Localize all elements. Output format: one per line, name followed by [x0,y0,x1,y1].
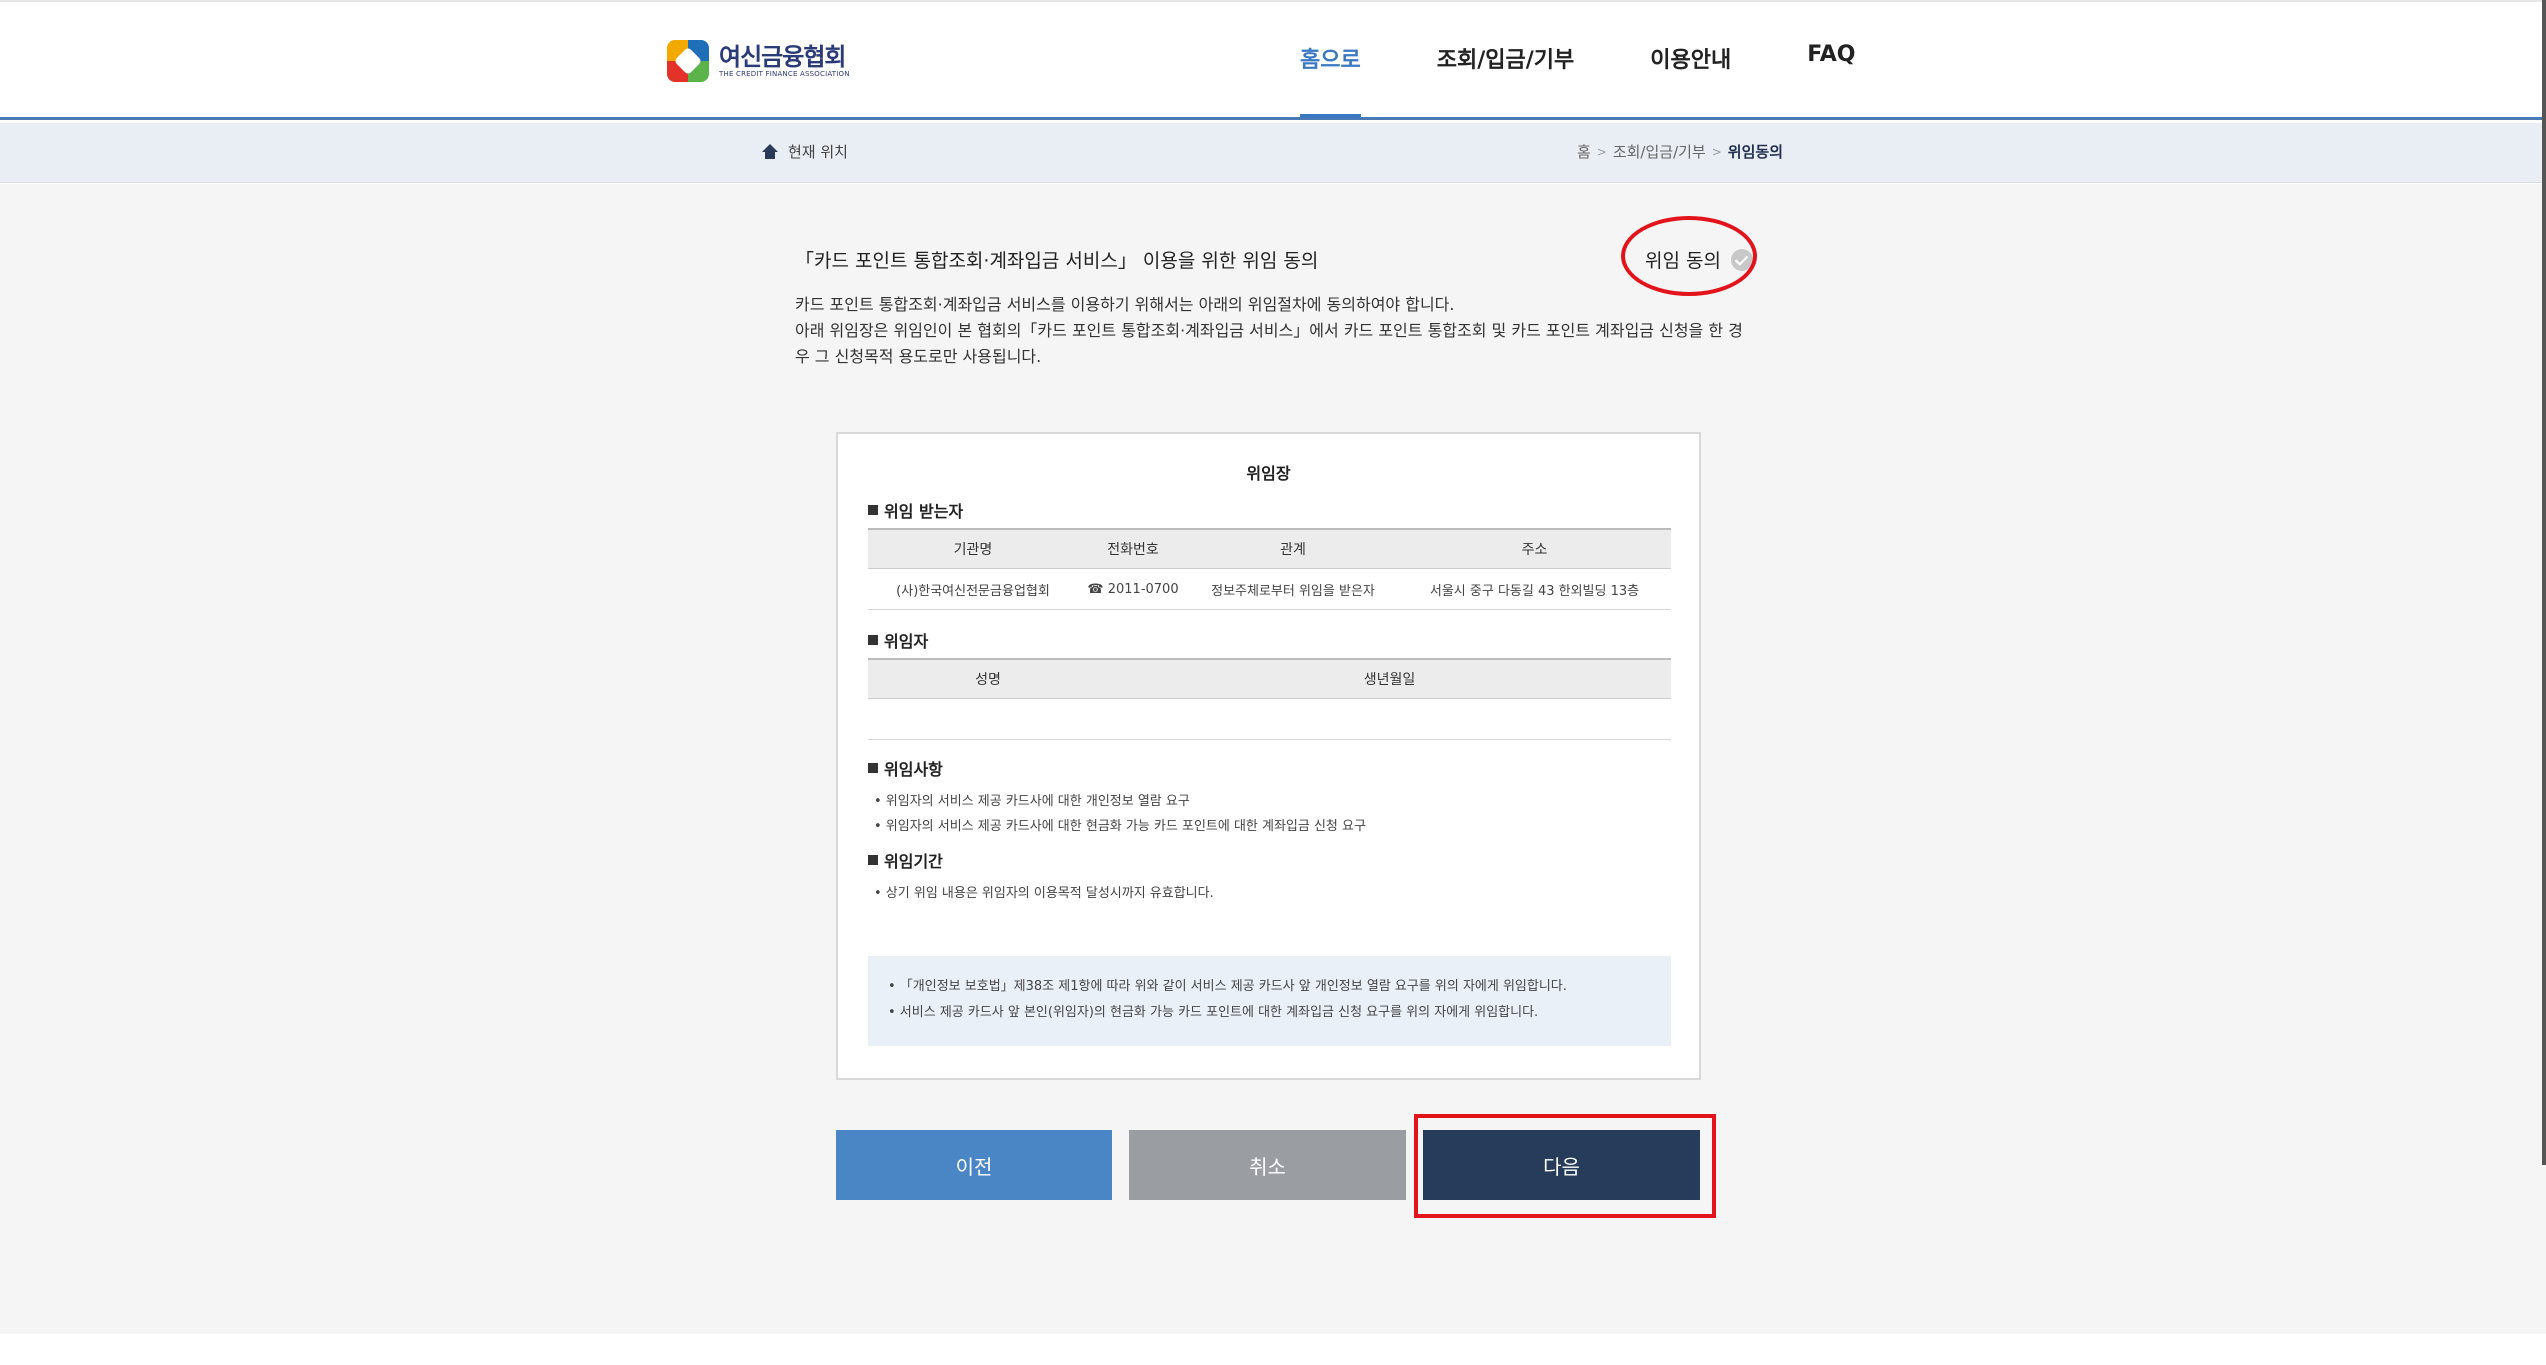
square-bullet-icon [868,505,878,515]
current-location-label: 현재 위치 [788,143,848,161]
main-nav: 홈으로 조회/입금/기부 이용안내 FAQ [1300,42,1855,118]
current-location: 현재 위치 [762,141,848,162]
breadcrumb-home[interactable]: 홈 [1577,141,1591,162]
chevron-right-icon: > [1596,144,1607,159]
document-title: 위임장 [1246,464,1291,483]
notice-box: • 「개인정보 보호법」제38조 제1항에 따라 위와 같이 서비스 제공 카드… [868,956,1671,1046]
table-row: (사)한국여신전문금융업협회 ☎ 2011-0700 정보주체로부터 위임을 받… [868,569,1671,610]
consent-description: 카드 포인트 통합조회·계좌입금 서비스를 이용하기 위해서는 아래의 위임절차… [795,292,1755,370]
highlight-ellipse [1621,216,1757,296]
delegation-document: 위임장 위임 받는자 기관명 전화번호 관계 주소 (사)한국여신전문금융업협회… [836,432,1701,1080]
table-row [868,699,1671,740]
breadcrumb-current: 위임동의 [1727,143,1783,161]
period-section-label: 위임기간 [884,852,943,871]
home-icon [762,143,778,160]
nav-inquiry-deposit-donation[interactable]: 조회/입금/기부 [1437,42,1575,118]
header-cell: 관계 [1280,542,1306,558]
breadcrumb-bar: 현재 위치 홈 > 조회/입금/기부 > 위임동의 [0,123,2546,183]
receiver-section-title: 위임 받는자 [868,498,963,522]
table-cell: ☎ 2011-0700 [1087,581,1179,597]
scrollbar[interactable] [2542,0,2546,1165]
table-cell: 서울시 중구 다동길 43 한외빌딩 13층 [1429,583,1640,599]
nav-faq[interactable]: FAQ [1807,42,1855,118]
table-header: 기관명 전화번호 관계 주소 [868,528,1671,569]
logo-icon [667,40,709,82]
chevron-right-icon: > [1711,144,1722,159]
page-footer-space [0,1334,2546,1365]
logo-text: 여신금융협회 THE CREDIT FINANCE ASSOCIATION [719,44,850,78]
receiver-section-label: 위임 받는자 [884,502,964,521]
square-bullet-icon [868,635,878,645]
list-item: • 상기 위임 내용은 위임자의 이용목적 달성시까지 유효합니다. [874,886,1214,901]
receiver-table: 기관명 전화번호 관계 주소 (사)한국여신전문금융업협회 ☎ 2011-070… [868,528,1671,610]
list-item: • 위임자의 서비스 제공 카드사에 대한 현금화 가능 카드 포인트에 대한 … [874,819,1366,834]
header-cell: 주소 [1521,542,1548,558]
delegator-section-label: 위임자 [884,632,929,651]
notice-line: • 「개인정보 보호법」제38조 제1항에 따라 위와 같이 서비스 제공 카드… [888,979,1567,994]
table-cell: 정보주체로부터 위임을 받은자 [1211,583,1375,599]
highlight-box [1414,1114,1716,1218]
square-bullet-icon [868,855,878,865]
consent-desc-line2: 아래 위임장은 위임인이 본 협회의「카드 포인트 통합조회·계좌입금 서비스」… [795,321,1743,366]
delegator-table: 성명 생년월일 [868,658,1671,740]
header-cell: 전화번호 [1107,542,1159,558]
main-content: 「카드 포인트 통합조회·계좌입금 서비스」 이용을 위한 위임 동의 위임 동… [0,184,2546,1334]
table-header: 성명 생년월일 [868,658,1671,699]
table-cell: (사)한국여신전문금융업협회 [896,583,1050,599]
header-cell: 기관명 [953,542,993,558]
consent-desc-line1: 카드 포인트 통합조회·계좌입금 서비스를 이용하기 위해서는 아래의 위임절차… [795,295,1455,314]
cancel-button[interactable]: 취소 [1129,1130,1406,1200]
items-section-title: 위임사항 [868,756,943,780]
logo-text-ko: 여신금융협회 [719,43,846,71]
consent-title: 「카드 포인트 통합조회·계좌입금 서비스」 이용을 위한 위임 동의 [795,250,1319,272]
list-item: • 위임자의 서비스 제공 카드사에 대한 개인정보 열람 요구 [874,794,1190,809]
prev-button[interactable]: 이전 [836,1130,1112,1200]
nav-guide[interactable]: 이용안내 [1650,42,1731,118]
header-cell: 성명 [975,672,1001,688]
site-logo[interactable]: 여신금융협회 THE CREDIT FINANCE ASSOCIATION [667,40,850,82]
notice-line: • 서비스 제공 카드사 앞 본인(위임자)의 현금화 가능 카드 포인트에 대… [888,1005,1539,1020]
logo-text-en: THE CREDIT FINANCE ASSOCIATION [719,70,850,78]
breadcrumb: 홈 > 조회/입금/기부 > 위임동의 [1577,141,1783,162]
app-root: 여신금융협회 THE CREDIT FINANCE ASSOCIATION 홈으… [0,0,2546,1365]
site-header: 여신금융협회 THE CREDIT FINANCE ASSOCIATION 홈으… [0,0,2546,120]
delegator-section-title: 위임자 [868,628,928,652]
breadcrumb-level1[interactable]: 조회/입금/기부 [1613,141,1706,162]
items-section-label: 위임사항 [884,760,943,779]
header-cell: 생년월일 [1363,672,1416,688]
period-section-title: 위임기간 [868,848,943,872]
nav-home[interactable]: 홈으로 [1300,42,1361,118]
square-bullet-icon [868,763,878,773]
